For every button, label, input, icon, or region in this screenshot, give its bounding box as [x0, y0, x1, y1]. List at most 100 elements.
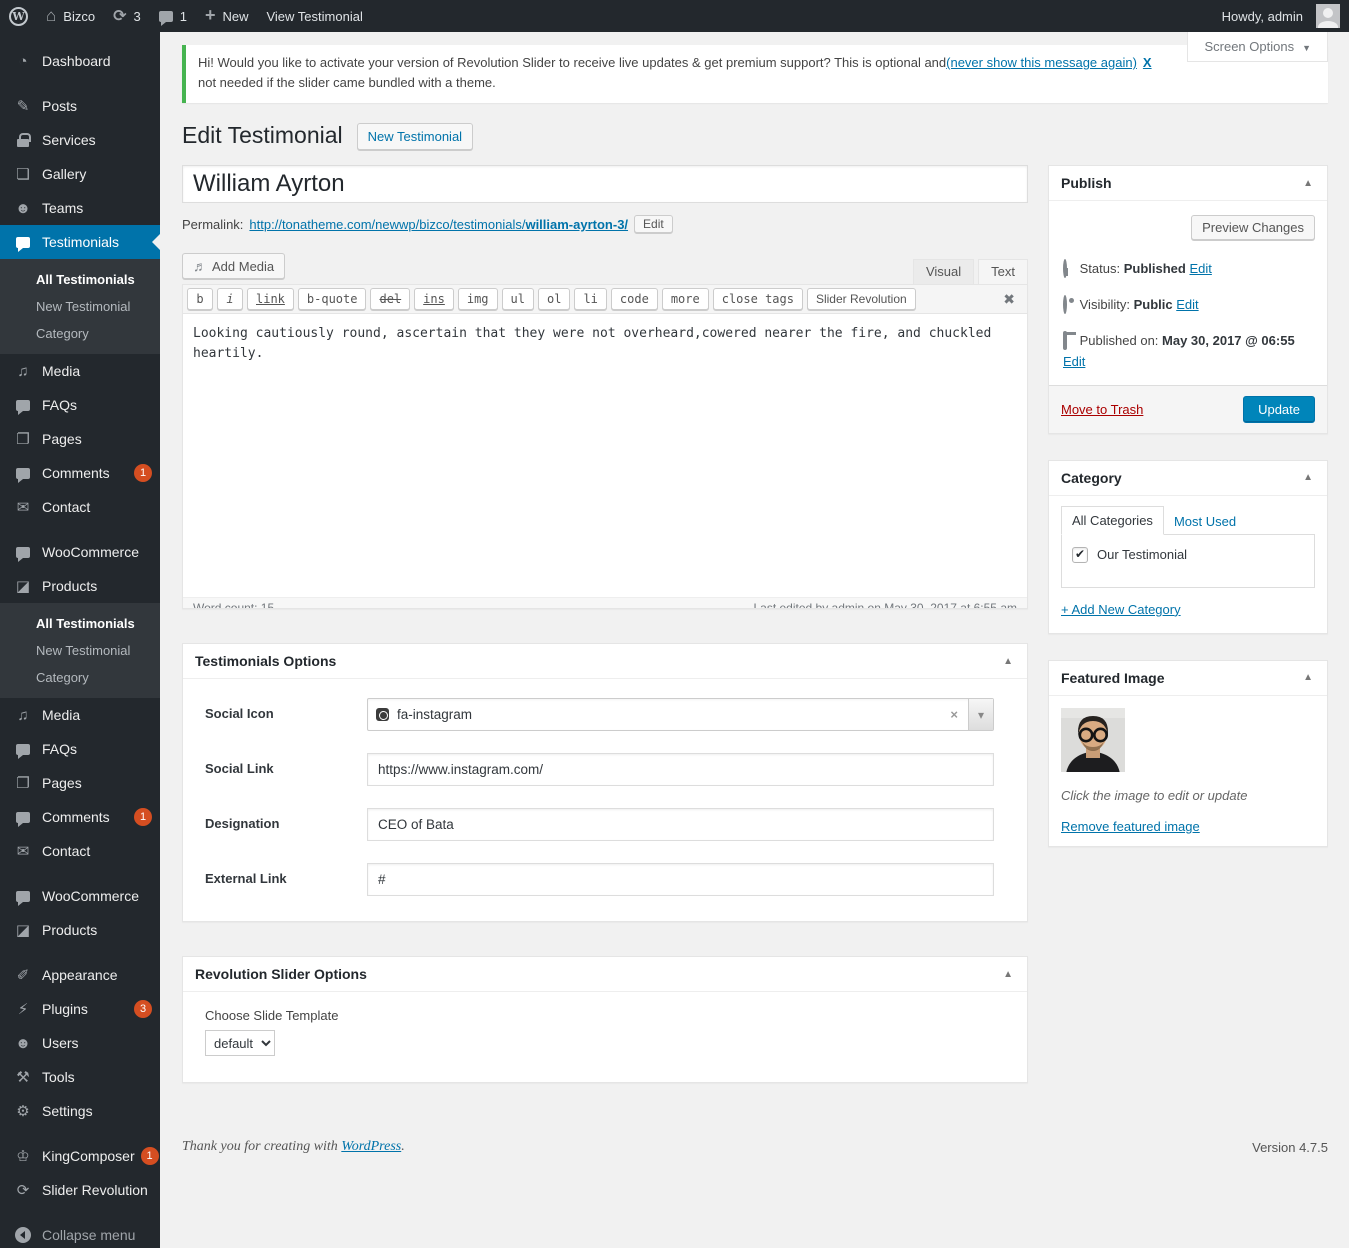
clear-icon[interactable] [940, 707, 968, 722]
dismiss-x-link[interactable]: X [1143, 55, 1152, 70]
sidebar-item-comments[interactable]: Comments1 [0, 800, 160, 834]
sidebar-item-faqs[interactable]: FAQs [0, 388, 160, 422]
add-new-category-link[interactable]: + Add New Category [1061, 602, 1181, 617]
fullscreen-icon[interactable] [995, 291, 1023, 308]
sidebar-item-settings[interactable]: ⚙Settings [0, 1094, 160, 1128]
slide-template-select[interactable]: default [205, 1030, 275, 1056]
collapse-toggle-icon[interactable] [1301, 672, 1315, 683]
dropdown-arrow-icon[interactable] [968, 699, 993, 730]
quicktag-ins-button[interactable]: ins [414, 288, 454, 310]
preview-changes-button[interactable]: Preview Changes [1191, 215, 1315, 240]
screen-options-tab[interactable]: Screen Options [1187, 32, 1328, 62]
category-checkbox[interactable] [1072, 547, 1088, 563]
sidebar-item-gallery[interactable]: ❏Gallery [0, 157, 160, 191]
quicktag-b-button[interactable]: b [187, 288, 213, 310]
quicktag-close-tags-button[interactable]: close tags [713, 288, 803, 310]
site-name-menu[interactable]: Bizco [37, 0, 104, 32]
sidebar-item-pages[interactable]: ❐Pages [0, 422, 160, 456]
sidebar-item-woocommerce[interactable]: WooCommerce [0, 879, 160, 913]
quicktag-slider-revolution-button[interactable]: Slider Revolution [807, 288, 916, 310]
sidebar-item-label: Pages [42, 775, 152, 791]
sidebar-subitem-new-testimonial[interactable]: New Testimonial [0, 637, 160, 664]
woo-icon [12, 891, 34, 902]
sidebar-item-label: Gallery [42, 166, 152, 182]
dismiss-link[interactable]: (never show this message again) [946, 55, 1137, 70]
sidebar-item-services[interactable]: Services [0, 123, 160, 157]
view-testimonial-link[interactable]: View Testimonial [257, 0, 371, 32]
sidebar-item-teams[interactable]: ☻Teams [0, 191, 160, 225]
sidebar-item-products[interactable]: ◪Products [0, 913, 160, 947]
remove-featured-image-link[interactable]: Remove featured image [1061, 819, 1200, 834]
tab-visual[interactable]: Visual [913, 259, 974, 284]
social-icon-select[interactable]: fa-instagram [367, 698, 994, 731]
permalink-link[interactable]: http://tonatheme.com/newwp/bizco/testimo… [249, 217, 628, 232]
title-input[interactable] [182, 165, 1028, 203]
menu-separator [0, 1207, 160, 1218]
sidebar-subitem-all-testimonials[interactable]: All Testimonials [0, 266, 160, 293]
sidebar-item-tools[interactable]: ⚒Tools [0, 1060, 160, 1094]
quicktag-ol-button[interactable]: ol [538, 288, 570, 310]
edit-status-link[interactable]: Edit [1189, 261, 1211, 276]
sidebar-item-appearance[interactable]: ✐Appearance [0, 958, 160, 992]
sidebar-item-label: Dashboard [42, 53, 152, 69]
sidebar-subitem-category[interactable]: Category [0, 320, 160, 347]
sidebar-item-faqs[interactable]: FAQs [0, 732, 160, 766]
quicktag-del-button[interactable]: del [370, 288, 410, 310]
new-content-menu[interactable]: New [196, 0, 258, 32]
sidebar-item-collapse-menu[interactable]: Collapse menu [0, 1218, 160, 1248]
new-testimonial-button[interactable]: New Testimonial [357, 123, 473, 150]
sidebar-item-contact[interactable]: ✉Contact [0, 490, 160, 524]
sidebar-item-media[interactable]: ♫Media [0, 698, 160, 732]
quicktag-link-button[interactable]: link [247, 288, 294, 310]
wordpress-link[interactable]: WordPress [341, 1139, 401, 1154]
quicktag-code-button[interactable]: code [611, 288, 658, 310]
sidebar-subitem-new-testimonial[interactable]: New Testimonial [0, 293, 160, 320]
external-link-input[interactable] [367, 863, 994, 896]
sidebar-item-plugins[interactable]: ⚡Plugins3 [0, 992, 160, 1026]
sidebar-item-slider-revolution[interactable]: ⟳Slider Revolution [0, 1173, 160, 1207]
collapse-toggle-icon[interactable] [1301, 472, 1315, 483]
sidebar-item-media[interactable]: ♫Media [0, 354, 160, 388]
sidebar-item-comments[interactable]: Comments1 [0, 456, 160, 490]
tab-most-used[interactable]: Most Used [1164, 508, 1246, 535]
comments-menu[interactable]: 1 [150, 0, 196, 32]
sidebar-item-pages[interactable]: ❐Pages [0, 766, 160, 800]
sidebar-item-woocommerce[interactable]: WooCommerce [0, 535, 160, 569]
account-menu[interactable]: Howdy, admin [1213, 0, 1349, 32]
edit-permalink-button[interactable]: Edit [634, 215, 673, 233]
social-link-input[interactable] [367, 753, 994, 786]
quicktag-more-button[interactable]: more [662, 288, 709, 310]
collapse-toggle-icon[interactable] [1001, 969, 1015, 980]
edit-visibility-link[interactable]: Edit [1176, 297, 1198, 312]
editor-textarea[interactable]: Looking cautiously round, ascertain that… [183, 314, 1027, 597]
testimonials-options-header: Testimonials Options [183, 644, 1027, 679]
sidebar-item-kingcomposer[interactable]: ♔KingComposer1 [0, 1139, 160, 1173]
sidebar-item-dashboard[interactable]: ◔Dashboard [0, 44, 160, 78]
updates-menu[interactable]: 3 [104, 0, 150, 32]
main-column: Permalink: http://tonatheme.com/newwp/bi… [182, 151, 1028, 1083]
collapse-toggle-icon[interactable] [1301, 178, 1315, 189]
sidebar-subitem-all-testimonials[interactable]: All Testimonials [0, 610, 160, 637]
quicktag-li-button[interactable]: li [574, 288, 606, 310]
designation-input[interactable] [367, 808, 994, 841]
sidebar-item-testimonials[interactable]: Testimonials [0, 225, 160, 259]
add-media-button[interactable]: Add Media [182, 253, 285, 279]
update-button[interactable]: Update [1243, 396, 1315, 423]
sidebar-item-posts[interactable]: ✎Posts [0, 89, 160, 123]
featured-image[interactable] [1061, 708, 1125, 772]
tab-all-categories[interactable]: All Categories [1061, 506, 1164, 535]
quicktag-ul-button[interactable]: ul [502, 288, 534, 310]
social-icon-row: Social Icon fa-instagram [183, 687, 1027, 742]
move-to-trash-link[interactable]: Move to Trash [1061, 402, 1143, 417]
sidebar-item-contact[interactable]: ✉Contact [0, 834, 160, 868]
sidebar-item-users[interactable]: ☻Users [0, 1026, 160, 1060]
quicktag-b-quote-button[interactable]: b-quote [298, 288, 367, 310]
tab-text[interactable]: Text [978, 259, 1028, 284]
quicktag-img-button[interactable]: img [458, 288, 498, 310]
sidebar-item-products[interactable]: ◪Products [0, 569, 160, 603]
edit-published-link[interactable]: Edit [1063, 354, 1085, 369]
collapse-toggle-icon[interactable] [1001, 656, 1015, 667]
wordpress-menu[interactable] [0, 0, 37, 32]
quicktag-i-button[interactable]: i [217, 288, 243, 310]
sidebar-subitem-category[interactable]: Category [0, 664, 160, 691]
